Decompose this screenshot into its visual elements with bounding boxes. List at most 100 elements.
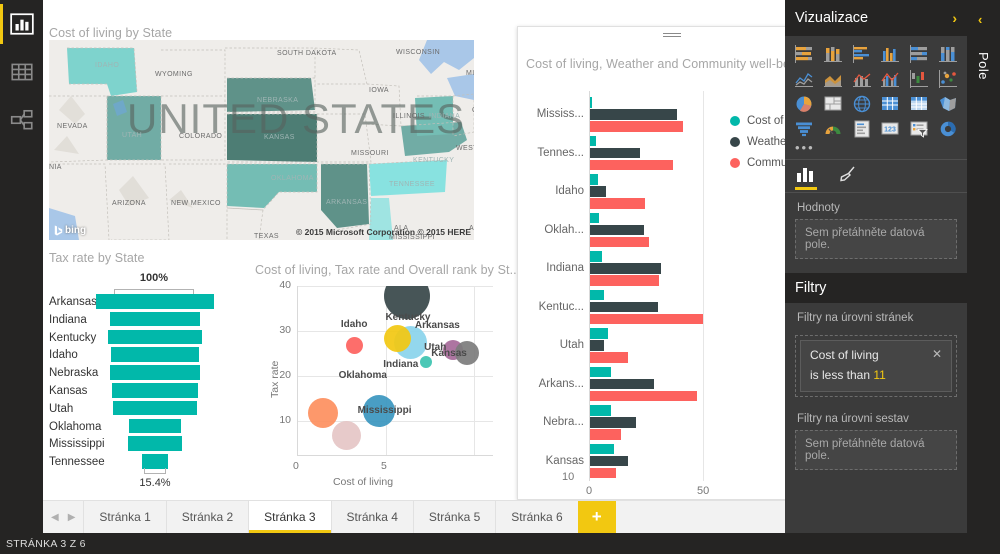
pie-chart-icon[interactable]	[791, 93, 818, 115]
bar-segment[interactable]	[590, 121, 683, 132]
funnel-bar[interactable]	[128, 436, 182, 451]
triangle-right-icon[interactable]: ▶	[68, 512, 76, 523]
table-icon[interactable]	[877, 93, 904, 115]
scatter-chart-icon[interactable]	[934, 68, 961, 90]
scatter-bubble[interactable]	[307, 397, 338, 428]
bar-segment[interactable]	[590, 147, 641, 158]
more-visuals-icon[interactable]: •••	[791, 140, 961, 155]
nav-relationships-view[interactable]	[0, 96, 43, 144]
stacked-column-chart-icon[interactable]	[820, 43, 847, 65]
fields-tab[interactable]	[795, 160, 817, 193]
bar-segment[interactable]	[590, 352, 628, 363]
line-and-clustered-column-icon[interactable]	[877, 68, 904, 90]
page-tab-6[interactable]: Stránka 6	[495, 501, 578, 533]
bar-segment[interactable]	[590, 275, 660, 286]
clustered-column-chart-icon[interactable]	[877, 43, 904, 65]
filled-map-icon[interactable]	[934, 93, 961, 115]
funnel-bar[interactable]	[113, 400, 197, 416]
bar-segment[interactable]	[590, 159, 673, 170]
bar-segment[interactable]	[590, 186, 606, 197]
treemap-icon[interactable]	[820, 93, 847, 115]
funnel-bar[interactable]	[141, 454, 169, 469]
bar-segment[interactable]	[590, 467, 616, 478]
bar-segment[interactable]	[590, 135, 596, 146]
bar-segment[interactable]	[590, 443, 614, 454]
funnel-bar[interactable]	[111, 347, 199, 362]
ribbon-chart-icon[interactable]	[906, 68, 933, 90]
funnel-bar[interactable]	[96, 294, 214, 309]
map-canvas[interactable]: UNITED STATES IDAHO WYOMING SOUTH DAKOTA WI…	[49, 40, 474, 240]
bar-segment[interactable]	[590, 417, 636, 428]
multi-row-card-icon[interactable]	[848, 118, 875, 140]
funnel-bar[interactable]	[109, 311, 201, 327]
funnel-bar[interactable]	[129, 418, 181, 434]
100-stacked-bar-chart-icon[interactable]	[906, 43, 933, 65]
bar-segment[interactable]	[590, 378, 654, 389]
bar-segment[interactable]	[590, 366, 611, 377]
bar-segment[interactable]	[590, 251, 602, 262]
bar-segment[interactable]	[590, 198, 645, 209]
funnel-bar[interactable]	[108, 329, 202, 345]
slicer-icon[interactable]	[906, 118, 933, 140]
scatter-bubble[interactable]	[331, 421, 361, 451]
triangle-left-icon[interactable]: ◀	[51, 512, 59, 523]
bar-visual[interactable]: ••• Cost of living, Weather and Communit…	[517, 26, 827, 500]
area-chart-icon[interactable]	[820, 68, 847, 90]
bing-logo[interactable]: bing	[54, 225, 86, 236]
bar-segment[interactable]	[590, 236, 650, 247]
scatter-plot-area[interactable]: Kentucky Idaho Arkansas Indiana Utah Kansas Ok…	[297, 286, 493, 456]
bar-segment[interactable]	[590, 212, 599, 223]
scatter-bubble[interactable]	[383, 325, 411, 353]
chevron-left-icon[interactable]: ‹	[978, 12, 982, 27]
add-page-button[interactable]: +	[577, 501, 616, 533]
bar-segment[interactable]	[590, 390, 698, 401]
funnel-bar[interactable]	[110, 365, 200, 380]
values-dropzone[interactable]: Sem přetáhněte datová pole.	[795, 219, 957, 259]
bar-segment[interactable]	[590, 289, 605, 300]
page-tab-3[interactable]: Stránka 3	[248, 501, 331, 533]
stacked-bar-chart-icon[interactable]	[791, 43, 818, 65]
funnel-body[interactable]: 100% Arkansas Indiana Kentucky Idaho Nebrask…	[49, 272, 259, 498]
bar-segment[interactable]	[590, 328, 608, 339]
bar-segment[interactable]	[590, 313, 703, 324]
bar-segment[interactable]	[590, 109, 678, 120]
drag-handle-icon[interactable]	[663, 33, 681, 38]
clustered-bar-chart-icon[interactable]	[848, 43, 875, 65]
bar-segment[interactable]	[590, 429, 621, 440]
report-canvas[interactable]: Cost of living by State UNITED STATES ID…	[43, 0, 827, 500]
format-tab[interactable]	[837, 160, 857, 193]
fields-rail[interactable]: ‹ Pole	[967, 0, 1000, 533]
bar-segment[interactable]	[590, 263, 661, 274]
chevron-right-icon[interactable]: ›	[952, 10, 957, 26]
page-tab-1[interactable]: Stránka 1	[83, 501, 166, 533]
gauge-icon[interactable]	[820, 118, 847, 140]
filter-card-cost-of-living[interactable]: Cost of living ✕ is less than 11	[800, 340, 952, 392]
funnel-visual[interactable]: 100% Arkansas Indiana Kentucky Idaho Nebrask…	[49, 250, 259, 498]
bar-segment[interactable]	[590, 455, 629, 466]
card-icon[interactable]: 123	[877, 118, 904, 140]
report-level-filters-dropzone[interactable]: Sem přetáhněte datová pole.	[795, 430, 957, 470]
bar-segment[interactable]	[590, 301, 659, 312]
page-tab-2[interactable]: Stránka 2	[165, 501, 249, 533]
bar-segment[interactable]	[590, 97, 592, 108]
page-tab-5[interactable]: Stránka 5	[412, 501, 496, 533]
line-chart-icon[interactable]	[791, 68, 818, 90]
funnel-bar[interactable]	[111, 383, 199, 398]
line-and-stacked-column-icon[interactable]	[848, 68, 875, 90]
bar-segment[interactable]	[590, 340, 604, 351]
bar-segment[interactable]	[590, 405, 612, 416]
donut-chart-icon[interactable]	[934, 118, 961, 140]
nav-report-view[interactable]	[0, 0, 43, 48]
visualizations-gallery[interactable]: 123 •••	[785, 36, 967, 159]
bar-segment[interactable]	[590, 174, 598, 185]
funnel-icon[interactable]	[791, 118, 818, 140]
bar-segment[interactable]	[590, 224, 644, 235]
matrix-icon[interactable]	[906, 93, 933, 115]
close-icon[interactable]: ✕	[932, 348, 942, 360]
100-stacked-column-chart-icon[interactable]	[934, 43, 961, 65]
bar-visual-header[interactable]: •••	[518, 27, 826, 45]
map-visual[interactable]: UNITED STATES IDAHO WYOMING SOUTH DAKOTA WI…	[49, 20, 474, 247]
scatter-visual[interactable]: Kentucky Idaho Arkansas Indiana Utah Kansas Ok…	[255, 258, 517, 498]
scatter-bubble[interactable]	[346, 336, 364, 354]
map-icon[interactable]	[848, 93, 875, 115]
